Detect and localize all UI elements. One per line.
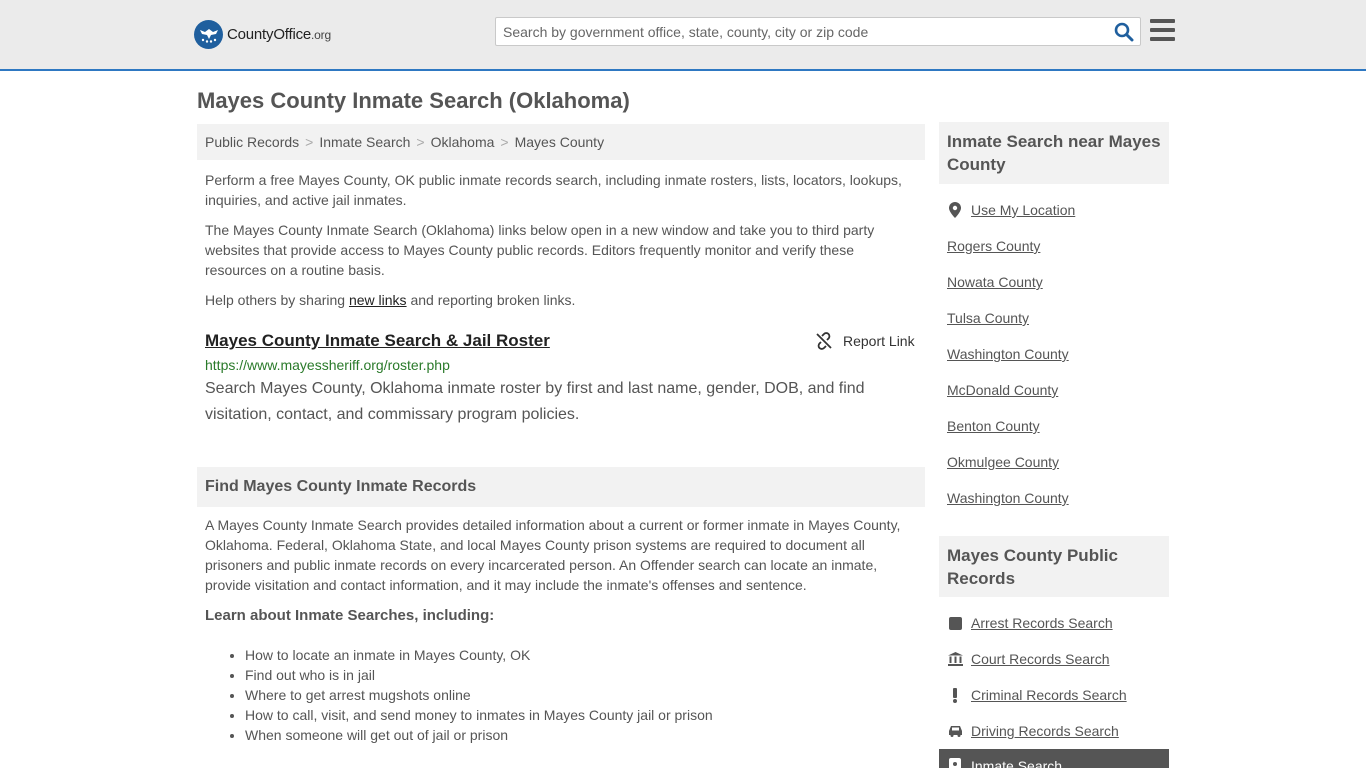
breadcrumb-oklahoma[interactable]: Oklahoma <box>431 134 495 150</box>
result-description: Search Mayes County, Oklahoma inmate ros… <box>205 380 865 423</box>
section-heading-find-records: Find Mayes County Inmate Records <box>197 467 925 507</box>
list-item: Where to get arrest mugshots online <box>245 685 713 705</box>
sidebar-item-rogers-county[interactable]: Rogers County <box>947 238 1040 254</box>
eagle-seal-icon <box>194 20 223 49</box>
sidebar-records-heading: Mayes County Public Records <box>939 536 1169 597</box>
search-box <box>495 17 1141 46</box>
exclamation-icon <box>947 687 963 703</box>
find-records-paragraph: A Mayes County Inmate Search provides de… <box>205 517 901 593</box>
breadcrumb-inmate-search[interactable]: Inmate Search <box>319 134 410 150</box>
sidebar-item-tulsa-county[interactable]: Tulsa County <box>947 310 1029 326</box>
intro-paragraph-1: Perform a free Mayes County, OK public i… <box>205 172 902 208</box>
broken-link-icon <box>816 332 832 350</box>
breadcrumb: Public Records > Inmate Search > Oklahoma > Ma… <box>197 124 925 160</box>
result-url: https://www.mayessheriff.org/roster.php <box>205 357 450 373</box>
learn-list: How to locate an inmate in Mayes County,… <box>245 645 713 745</box>
square-icon <box>947 616 963 630</box>
sidebar-item-benton-county[interactable]: Benton County <box>947 418 1040 434</box>
list-item: How to locate an inmate in Mayes County,… <box>245 645 713 665</box>
breadcrumb-separator: > <box>500 134 509 150</box>
list-item: When someone will get out of jail or pri… <box>245 725 713 745</box>
breadcrumb-separator: > <box>305 134 314 150</box>
sidebar-item-arrest-records[interactable]: Arrest Records Search <box>947 615 1113 631</box>
learn-heading: Learn about Inmate Searches, including: <box>205 607 495 624</box>
sidebar-item-mcdonald-county[interactable]: McDonald County <box>947 382 1058 398</box>
sidebar-item-washington-county-2[interactable]: Washington County <box>947 490 1069 506</box>
sidebar-item-court-records[interactable]: Court Records Search <box>947 651 1110 667</box>
hamburger-menu-icon[interactable] <box>1150 19 1175 41</box>
intro-paragraph-2: The Mayes County Inmate Search (Oklahoma… <box>205 222 875 278</box>
breadcrumb-public-records[interactable]: Public Records <box>205 134 299 150</box>
search-icon[interactable] <box>1114 22 1134 42</box>
sidebar-nearby-heading: Inmate Search near Mayes County <box>939 122 1169 184</box>
result-title-link[interactable]: Mayes County Inmate Search & Jail Roster <box>205 331 550 351</box>
sidebar-item-driving-records[interactable]: Driving Records Search <box>947 723 1119 739</box>
report-link-button[interactable]: Report Link <box>815 332 915 350</box>
inmate-icon <box>947 758 963 768</box>
breadcrumb-mayes-county[interactable]: Mayes County <box>515 134 604 150</box>
car-icon <box>947 725 963 737</box>
list-item: Find out who is in jail <box>245 665 713 685</box>
search-input[interactable] <box>503 22 1103 42</box>
use-my-location-link[interactable]: Use My Location <box>947 202 1075 218</box>
page-title: Mayes County Inmate Search (Oklahoma) <box>197 88 630 113</box>
top-bar: CountyOffice.org <box>0 0 1366 71</box>
new-links-link[interactable]: new links <box>349 292 407 308</box>
sidebar-item-criminal-records[interactable]: Criminal Records Search <box>947 687 1127 703</box>
report-link-label: Report Link <box>843 333 915 349</box>
sidebar-item-nowata-county[interactable]: Nowata County <box>947 274 1043 290</box>
site-logo[interactable]: CountyOffice.org <box>194 20 331 49</box>
list-item: How to call, visit, and send money to in… <box>245 705 713 725</box>
location-pin-icon <box>947 202 963 218</box>
breadcrumb-separator: > <box>416 134 425 150</box>
sidebar-item-okmulgee-county[interactable]: Okmulgee County <box>947 454 1059 470</box>
intro-paragraph-3: Help others by sharing new links and rep… <box>205 292 576 308</box>
logo-text: CountyOffice.org <box>227 26 331 43</box>
sidebar-item-inmate-search-active[interactable]: Inmate Search <box>939 749 1169 768</box>
courthouse-icon <box>947 652 963 666</box>
sidebar-item-washington-county[interactable]: Washington County <box>947 346 1069 362</box>
